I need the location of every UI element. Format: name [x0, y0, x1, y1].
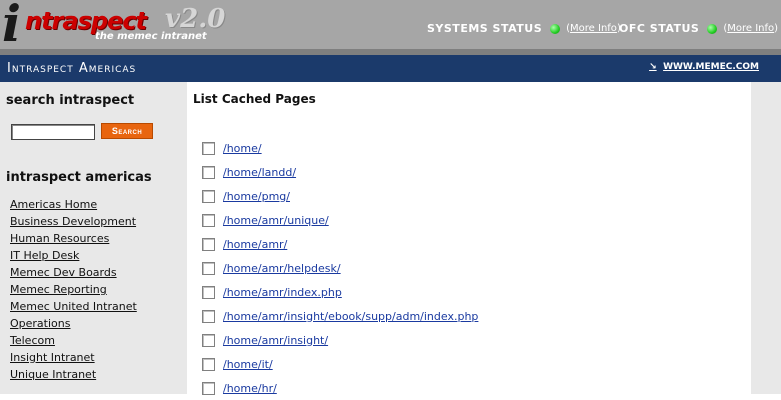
- intraspect-logo[interactable]: i ntraspect the memec intranet v2.0: [0, 0, 240, 53]
- systems-status-indicator-icon: [550, 23, 561, 34]
- list-item: /home/amr/insight/: [202, 328, 478, 352]
- logo-version: v2.0: [165, 4, 226, 34]
- page-checkbox[interactable]: [202, 141, 215, 155]
- cached-page-link[interactable]: /home/amr/: [223, 238, 287, 251]
- sidebar-item-operations[interactable]: Operations: [10, 317, 70, 330]
- sidebar-item-memec-united-intranet[interactable]: Memec United Intranet: [10, 300, 137, 313]
- sidebar-item-business-development[interactable]: Business Development: [10, 215, 136, 228]
- sidebar-item: Memec United Intranet: [10, 300, 137, 317]
- search-input[interactable]: [11, 124, 95, 140]
- cached-page-link[interactable]: /home/amr/unique/: [223, 214, 329, 227]
- page-checkbox[interactable]: [202, 237, 215, 251]
- sidebar-item-human-resources[interactable]: Human Resources: [10, 232, 109, 245]
- page-checkbox[interactable]: [202, 213, 215, 227]
- external-arrow-icon: ↘: [649, 62, 657, 72]
- list-item: /home/landd/: [202, 160, 478, 184]
- sidebar-item: Human Resources: [10, 232, 137, 249]
- systems-more-info-link[interactable]: More Info: [570, 23, 617, 34]
- list-item: /home/it/: [202, 352, 478, 376]
- sidebar-item-unique-intranet[interactable]: Unique Intranet: [10, 368, 96, 381]
- systems-status: SYSTEMS STATUS (More Info): [427, 22, 621, 35]
- ofc-status: OFC STATUS (More Info): [619, 22, 779, 35]
- sidebar-item: Operations: [10, 317, 137, 334]
- list-item: /home/pmg/: [202, 184, 478, 208]
- page-checkbox[interactable]: [202, 357, 215, 371]
- sidebar-item-memec-dev-boards[interactable]: Memec Dev Boards: [10, 266, 117, 279]
- page-checkbox[interactable]: [202, 261, 215, 275]
- top-header: i ntraspect the memec intranet v2.0 SYST…: [0, 0, 781, 53]
- memec-website-label: WWW.MEMEC.COM: [663, 62, 759, 72]
- sidebar-item-insight-intranet[interactable]: Insight Intranet: [10, 351, 95, 364]
- page-checkbox[interactable]: [202, 309, 215, 323]
- right-gutter: [751, 82, 781, 394]
- list-item: /home/hr/: [202, 376, 478, 400]
- cached-page-link[interactable]: /home/amr/insight/ebook/supp/adm/index.p…: [223, 310, 478, 323]
- list-item: /home/amr/unique/: [202, 208, 478, 232]
- page-checkbox[interactable]: [202, 285, 215, 299]
- systems-status-label: SYSTEMS STATUS: [427, 22, 543, 35]
- page-title: List Cached Pages: [193, 92, 316, 106]
- cached-page-link[interactable]: /home/amr/index.php: [223, 286, 342, 299]
- section-title: Intraspect Americas: [7, 61, 137, 76]
- list-item: /home/: [202, 136, 478, 160]
- memec-website-link[interactable]: ↘ WWW.MEMEC.COM: [649, 62, 759, 72]
- sidebar-item: Unique Intranet: [10, 368, 137, 385]
- cached-page-link[interactable]: /home/pmg/: [223, 190, 290, 203]
- sidebar-item: Memec Reporting: [10, 283, 137, 300]
- sidebar-item: Insight Intranet: [10, 351, 137, 368]
- section-bar: Intraspect Americas ↘ WWW.MEMEC.COM: [0, 55, 781, 82]
- sidebar-item-telecom[interactable]: Telecom: [10, 334, 55, 347]
- list-item: /home/amr/helpdesk/: [202, 256, 478, 280]
- cached-page-link[interactable]: /home/: [223, 142, 262, 155]
- page-checkbox[interactable]: [202, 165, 215, 179]
- search-heading: search intraspect: [6, 93, 135, 108]
- cached-page-link[interactable]: /home/it/: [223, 358, 273, 371]
- sidebar-item: Telecom: [10, 334, 137, 351]
- sidebar: search intraspect Search intraspect amer…: [0, 82, 187, 394]
- ofc-status-label: OFC STATUS: [619, 22, 700, 35]
- cached-page-link[interactable]: /home/landd/: [223, 166, 296, 179]
- ofc-more-info-link[interactable]: More Info: [727, 23, 774, 34]
- main-content: List Cached Pages /home/ /home/landd/ /h…: [187, 82, 751, 395]
- sidebar-item: Memec Dev Boards: [10, 266, 137, 283]
- page-checkbox[interactable]: [202, 189, 215, 203]
- cached-pages-list: /home/ /home/landd/ /home/pmg/ /home/amr…: [202, 136, 478, 400]
- sidebar-item-it-help-desk[interactable]: IT Help Desk: [10, 249, 79, 262]
- logo-letter-i: i: [2, 0, 21, 53]
- list-item: /home/amr/: [202, 232, 478, 256]
- ofc-status-indicator-icon: [707, 23, 718, 34]
- sidebar-item: IT Help Desk: [10, 249, 137, 266]
- sidebar-section-heading: intraspect americas: [6, 170, 152, 185]
- cached-page-link[interactable]: /home/amr/insight/: [223, 334, 328, 347]
- list-item: /home/amr/index.php: [202, 280, 478, 304]
- sidebar-item: Americas Home: [10, 198, 137, 215]
- page-checkbox[interactable]: [202, 333, 215, 347]
- search-button[interactable]: Search: [101, 123, 153, 139]
- sidebar-item: Business Development: [10, 215, 137, 232]
- sidebar-item-memec-reporting[interactable]: Memec Reporting: [10, 283, 107, 296]
- sidebar-nav: Americas Home Business Development Human…: [10, 198, 137, 385]
- sidebar-item-americas-home[interactable]: Americas Home: [10, 198, 97, 211]
- page-checkbox[interactable]: [202, 381, 215, 395]
- cached-page-link[interactable]: /home/hr/: [223, 382, 277, 395]
- list-item: /home/amr/insight/ebook/supp/adm/index.p…: [202, 304, 478, 328]
- cached-page-link[interactable]: /home/amr/helpdesk/: [223, 262, 341, 275]
